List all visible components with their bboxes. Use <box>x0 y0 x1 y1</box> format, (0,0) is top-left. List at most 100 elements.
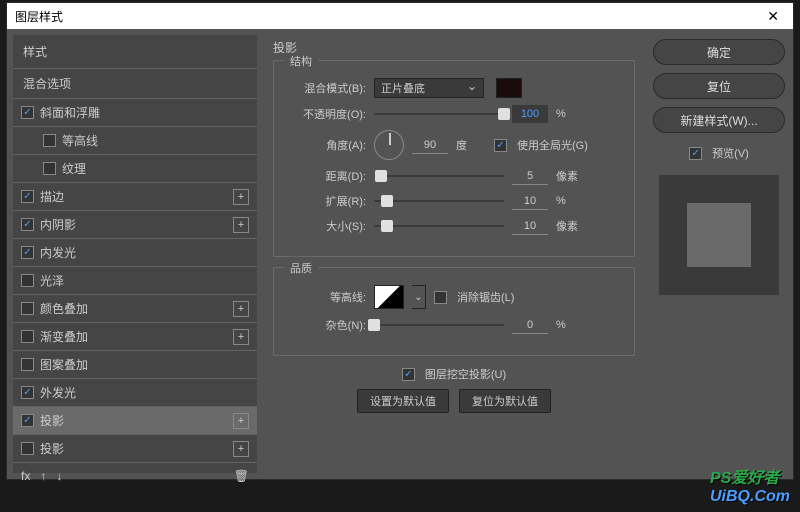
trash-icon[interactable]: 🗑 <box>234 469 249 483</box>
preview-swatch <box>687 203 751 267</box>
arrow-up-icon[interactable]: ↑ <box>40 469 46 483</box>
style-checkbox[interactable] <box>21 106 34 119</box>
sidebar-footer: fx ↑ ↓ 🗑 <box>13 462 257 489</box>
style-item-5[interactable]: 内发光 <box>13 238 257 266</box>
noise-unit: % <box>556 319 586 331</box>
style-label: 描边 <box>40 188 64 205</box>
opacity-label: 不透明度(O): <box>286 106 366 122</box>
antialias-checkbox[interactable]: 消除锯齿(L) <box>434 289 514 305</box>
plus-icon[interactable]: + <box>233 189 249 205</box>
reset-default-button[interactable]: 复位为默认值 <box>459 389 551 413</box>
style-label: 图案叠加 <box>40 356 88 373</box>
style-label: 等高线 <box>62 132 98 149</box>
contour-dropdown-icon[interactable]: ⌄ <box>412 285 426 309</box>
contour-picker[interactable] <box>374 285 404 309</box>
distance-label: 距离(D): <box>286 168 366 184</box>
style-list: 斜面和浮雕等高线纹理描边 + 内阴影 + 内发光光泽颜色叠加 + 渐变叠加 + 图案叠加外发光投… <box>13 98 257 462</box>
structure-group: 结构 混合模式(B): 正片叠底 不透明度(O): % 角度(A): 度 <box>273 60 635 257</box>
style-checkbox[interactable] <box>21 190 34 203</box>
size-slider[interactable] <box>374 225 504 227</box>
angle-input[interactable] <box>412 136 448 154</box>
ok-button[interactable]: 确定 <box>653 39 785 65</box>
style-item-3[interactable]: 描边 + <box>13 182 257 210</box>
style-checkbox[interactable] <box>21 274 34 287</box>
right-panel: 确定 复位 新建样式(W)... 预览(V) <box>651 35 787 473</box>
blend-mode-dropdown[interactable]: 正片叠底 <box>374 78 484 98</box>
arrow-down-icon[interactable]: ↓ <box>56 469 62 483</box>
style-checkbox[interactable] <box>21 218 34 231</box>
noise-input[interactable] <box>512 316 548 334</box>
opacity-input[interactable] <box>512 105 548 123</box>
style-label: 光泽 <box>40 272 64 289</box>
main-panel: 投影 结构 混合模式(B): 正片叠底 不透明度(O): % 角度(A): <box>265 35 643 473</box>
angle-unit: 度 <box>456 137 486 153</box>
style-item-0[interactable]: 斜面和浮雕 <box>13 98 257 126</box>
preview-box <box>659 175 779 295</box>
structure-legend: 结构 <box>284 53 318 69</box>
plus-icon[interactable]: + <box>233 301 249 317</box>
style-label: 斜面和浮雕 <box>40 104 100 121</box>
style-checkbox[interactable] <box>43 162 56 175</box>
style-checkbox[interactable] <box>21 358 34 371</box>
fx-icon[interactable]: fx <box>21 469 30 483</box>
style-label: 渐变叠加 <box>40 328 88 345</box>
sidebar-header: 样式 <box>13 35 257 68</box>
style-item-1[interactable]: 等高线 <box>13 126 257 154</box>
plus-icon[interactable]: + <box>233 329 249 345</box>
style-label: 投影 <box>40 412 64 429</box>
shadow-color-swatch[interactable] <box>496 78 522 98</box>
close-icon[interactable]: ✕ <box>761 8 785 25</box>
style-item-6[interactable]: 光泽 <box>13 266 257 294</box>
section-title: 投影 <box>273 39 635 60</box>
plus-icon[interactable]: + <box>233 217 249 233</box>
preview-checkbox[interactable]: 预览(V) <box>653 145 785 161</box>
style-item-7[interactable]: 颜色叠加 + <box>13 294 257 322</box>
style-label: 颜色叠加 <box>40 300 88 317</box>
set-default-button[interactable]: 设置为默认值 <box>357 389 449 413</box>
angle-dial[interactable] <box>374 130 404 160</box>
plus-icon[interactable]: + <box>233 413 249 429</box>
spread-input[interactable] <box>512 192 548 210</box>
style-label: 外发光 <box>40 384 76 401</box>
distance-slider[interactable] <box>374 175 504 177</box>
distance-unit: 像素 <box>556 168 586 184</box>
style-checkbox[interactable] <box>21 386 34 399</box>
style-item-12[interactable]: 投影+ <box>13 434 257 462</box>
style-checkbox[interactable] <box>21 414 34 427</box>
style-label: 内发光 <box>40 244 76 261</box>
style-checkbox[interactable] <box>21 302 34 315</box>
sidebar: 样式 混合选项 斜面和浮雕等高线纹理描边 + 内阴影 + 内发光光泽颜色叠加 + 渐变叠加 +… <box>13 35 257 473</box>
spread-slider[interactable] <box>374 200 504 202</box>
style-item-11[interactable]: 投影 + <box>13 406 257 434</box>
size-input[interactable] <box>512 217 548 235</box>
noise-slider[interactable] <box>374 324 504 326</box>
layer-style-dialog: 图层样式 ✕ 样式 混合选项 斜面和浮雕等高线纹理描边 + 内阴影 + 内发光光泽颜色叠… <box>6 2 794 480</box>
size-label: 大小(S): <box>286 218 366 234</box>
opacity-unit: % <box>556 108 586 120</box>
size-unit: 像素 <box>556 218 586 234</box>
spread-label: 扩展(R): <box>286 193 366 209</box>
dialog-title: 图层样式 <box>15 8 63 25</box>
global-light-checkbox[interactable]: 使用全局光(G) <box>494 137 588 153</box>
style-checkbox[interactable] <box>21 246 34 259</box>
noise-label: 杂色(N): <box>286 317 366 333</box>
spread-unit: % <box>556 195 586 207</box>
plus-icon[interactable]: + <box>233 441 249 457</box>
style-checkbox[interactable] <box>21 330 34 343</box>
style-checkbox[interactable] <box>43 134 56 147</box>
style-label: 纹理 <box>62 160 86 177</box>
opacity-slider[interactable] <box>374 113 504 115</box>
style-label: 内阴影 <box>40 216 76 233</box>
style-item-2[interactable]: 纹理 <box>13 154 257 182</box>
style-checkbox[interactable] <box>21 442 34 455</box>
new-style-button[interactable]: 新建样式(W)... <box>653 107 785 133</box>
style-item-4[interactable]: 内阴影 + <box>13 210 257 238</box>
style-item-10[interactable]: 外发光 <box>13 378 257 406</box>
titlebar: 图层样式 ✕ <box>7 3 793 29</box>
style-item-9[interactable]: 图案叠加 <box>13 350 257 378</box>
style-item-8[interactable]: 渐变叠加 + <box>13 322 257 350</box>
cancel-button[interactable]: 复位 <box>653 73 785 99</box>
distance-input[interactable] <box>512 167 548 185</box>
knockout-checkbox[interactable]: 图层挖空投影(U) <box>402 366 506 382</box>
blend-options-item[interactable]: 混合选项 <box>13 68 257 98</box>
